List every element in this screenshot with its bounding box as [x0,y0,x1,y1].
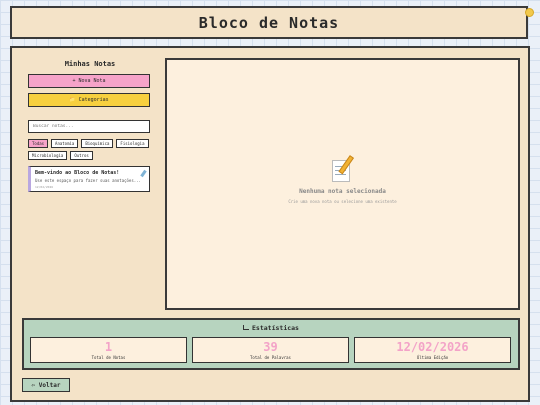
empty-subtitle: Crie uma nova nota ou selecione uma exis… [288,199,397,204]
stat-value: 39 [263,339,278,354]
empty-title: Nenhuma nota selecionada [299,188,386,195]
stat-value: 1 [104,339,113,354]
statistics-panel: Estatísticas 1 Total de Notas 39 Total d… [22,318,520,370]
stat-last-edit: 12/02/2026 Última Edição [354,337,511,363]
empty-state: Nenhuma nota selecionada Crie uma nova n… [167,155,518,204]
tag-bioquimica[interactable]: Bioquímica [81,139,114,148]
stat-label: Última Edição [416,354,449,360]
main-panel: Minhas Notas + Nova Nota 📁 Categorias To… [10,46,530,402]
categories-button[interactable]: 📁 Categorias [28,93,150,107]
new-note-button[interactable]: + Nova Nota [28,74,150,88]
list-item[interactable]: Bem-vindo ao Bloco de Notas! Use este es… [28,166,150,192]
stat-label: Total de Palavras [250,354,291,360]
note-date: 12/02/2026 [35,185,54,189]
tag-microbiologia[interactable]: Microbiologia [28,151,68,160]
note-title: Bem-vindo ao Bloco de Notas! [35,170,120,176]
stat-total-words: 39 Total de Palavras [192,337,349,363]
tag-outros[interactable]: Outros [70,151,93,160]
sidebar-title: Minhas Notas [64,60,116,68]
tag-fisiologia[interactable]: Fisiologia [116,139,149,148]
app-header: Bloco de Notas [10,6,528,39]
back-button[interactable]: ⇦ Voltar [22,378,70,392]
sun-icon[interactable] [525,8,534,17]
chart-icon [243,325,250,330]
memo-icon [331,155,354,182]
tag-anatomia[interactable]: Anatomia [51,139,79,148]
stat-label: Total de Notas [91,354,126,360]
editor-panel[interactable]: Nenhuma nota selecionada Crie uma nova n… [165,58,520,310]
sidebar: Minhas Notas + Nova Nota 📁 Categorias To… [28,60,152,192]
tag-todas[interactable]: Todas [28,139,49,148]
stat-value: 12/02/2026 [396,339,469,354]
stats-title: Estatísticas [252,324,299,332]
tag-filter: Todas Anatomia Bioquímica Fisiologia Mic… [28,139,152,160]
stat-total-notes: 1 Total de Notas [30,337,187,363]
note-preview: Use este espaço para fazer suas anotaçõe… [35,178,141,183]
search-input[interactable] [28,120,150,133]
page-title: Bloco de Notas [198,13,340,32]
